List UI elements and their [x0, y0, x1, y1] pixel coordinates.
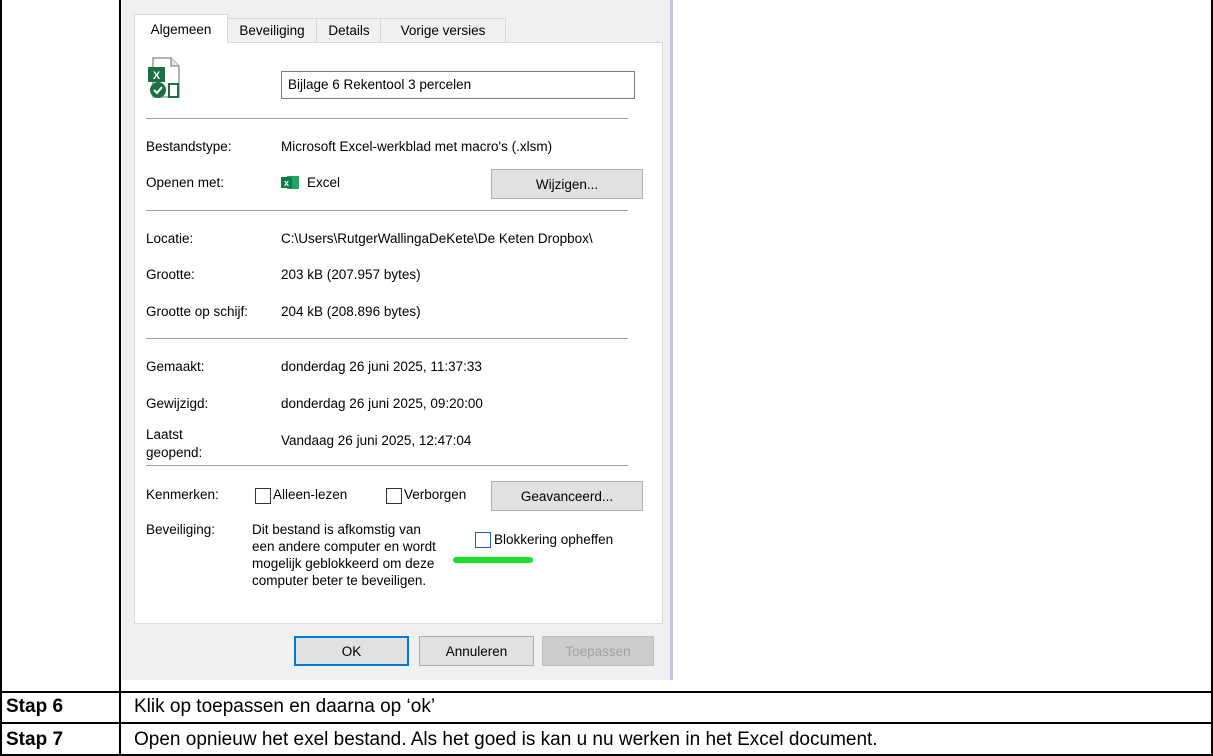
accessed-label-line-1: Laatst — [146, 427, 183, 442]
readonly-label: Alleen-lezen — [273, 487, 348, 502]
separator — [146, 338, 628, 339]
unblock-label: Blokkering opheffen — [494, 532, 614, 547]
hidden-label: Verborgen — [404, 487, 467, 502]
created-value: donderdag 26 juni 2025, 11:37:33 — [281, 359, 482, 374]
size-value: 203 kB (207.957 bytes) — [281, 267, 421, 282]
accessed-label-line-2: geopend: — [146, 445, 203, 460]
file-type-label: Bestandstype: — [146, 139, 232, 154]
change-button[interactable]: Wijzigen... — [491, 169, 643, 199]
dialog-right-edge — [670, 0, 673, 680]
disk-size-value: 204 kB (208.896 bytes) — [281, 304, 421, 319]
ok-button[interactable]: OK — [294, 636, 409, 666]
tab-algemeen[interactable]: Algemeen — [134, 14, 228, 43]
separator — [146, 210, 628, 211]
disk-size-label: Grootte op schijf: — [146, 304, 249, 319]
svg-text:X: X — [153, 70, 161, 82]
security-text-line-3: mogelijk geblokkeerd om deze — [252, 556, 435, 571]
cancel-button[interactable]: Annuleren — [419, 636, 534, 666]
table-border-left — [0, 0, 2, 756]
hidden-checkbox[interactable] — [386, 488, 402, 504]
excel-icon: x — [281, 175, 299, 190]
created-label: Gemaakt: — [146, 359, 205, 374]
svg-text:x: x — [284, 178, 289, 188]
excel-macro-file-icon: X — [147, 57, 183, 99]
table-row-divider — [0, 691, 1213, 693]
security-label: Beveiliging: — [146, 522, 216, 537]
file-properties-dialog: Algemeen Beveiliging Details Vorige vers… — [122, 0, 671, 680]
tab-details[interactable]: Details — [316, 18, 382, 42]
separator — [146, 118, 628, 119]
file-name-input[interactable]: Bijlage 6 Rekentool 3 percelen — [281, 71, 635, 99]
file-type-value: Microsoft Excel-werkblad met macro's (.x… — [281, 139, 553, 154]
security-text-line-1: Dit bestand is afkomstig van — [252, 522, 421, 537]
security-text-line-4: computer beter te beveiligen. — [252, 573, 427, 588]
open-with-value: Excel — [307, 175, 341, 190]
unblock-checkbox[interactable] — [475, 532, 491, 548]
table-border-divider — [119, 0, 121, 756]
step-7-text: Open opnieuw het exel bestand. Als het g… — [134, 729, 878, 750]
modified-value: donderdag 26 juni 2025, 09:20:00 — [281, 396, 483, 411]
tab-beveiliging[interactable]: Beveiliging — [226, 18, 318, 42]
open-with-label: Openen met: — [146, 175, 225, 190]
accessed-value: Vandaag 26 juni 2025, 12:47:04 — [281, 433, 472, 448]
attributes-label: Kenmerken: — [146, 487, 219, 502]
security-text-line-2: een andere computer en wordt — [252, 539, 436, 554]
step-6-text: Klik op toepassen en daarna op ‘ok’ — [134, 696, 436, 717]
tab-vorige-versies[interactable]: Vorige versies — [380, 18, 506, 42]
separator — [146, 465, 628, 466]
advanced-button[interactable]: Geavanceerd... — [491, 481, 643, 511]
modified-label: Gewijzigd: — [146, 396, 209, 411]
green-highlight-mark — [453, 557, 533, 563]
step-6-label: Stap 6 — [6, 696, 64, 717]
readonly-checkbox[interactable] — [255, 488, 271, 504]
general-tab-panel: X Bijlage 6 Rekentool 3 percelen Bestand… — [134, 42, 663, 624]
step-7-label: Stap 7 — [6, 729, 64, 750]
location-value: C:\Users\RutgerWallingaDeKete\De Keten D… — [281, 231, 593, 246]
apply-button[interactable]: Toepassen — [542, 636, 654, 666]
location-label: Locatie: — [146, 231, 194, 246]
table-row-divider — [0, 722, 1213, 724]
size-label: Grootte: — [146, 267, 195, 282]
